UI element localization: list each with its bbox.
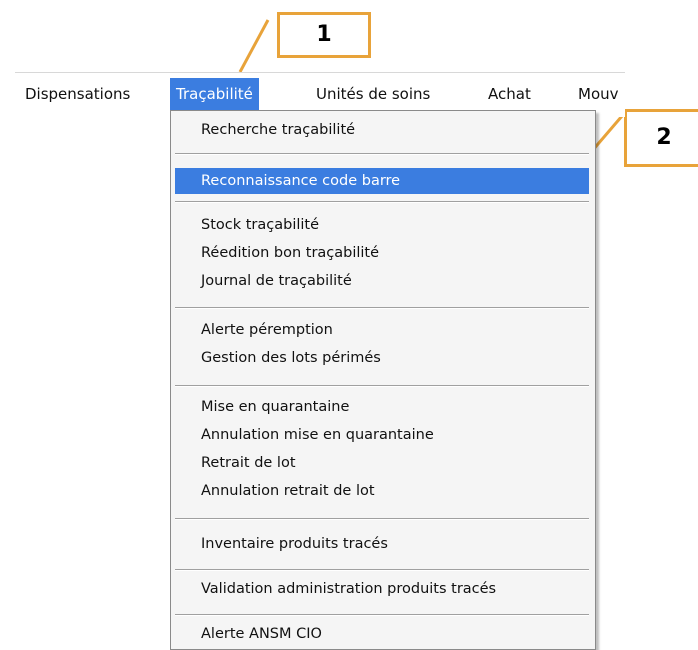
menu-separator <box>175 307 589 309</box>
menu-item-annulation-mise-en-quarantaine[interactable]: Annulation mise en quarantaine <box>175 422 589 448</box>
menu-item-journal-tracabilite[interactable]: Journal de traçabilité <box>175 268 589 294</box>
menu-separator <box>175 614 589 616</box>
menu-item-gestion-lots-perimes[interactable]: Gestion des lots périmés <box>175 345 589 371</box>
menu-separator <box>175 153 589 155</box>
menu-separator <box>175 201 589 203</box>
menu-item-reedition-bon-tracabilite[interactable]: Réedition bon traçabilité <box>175 240 589 266</box>
menu-item-validation-administration-produits-traces[interactable]: Validation administration produits tracé… <box>175 576 589 602</box>
menu-separator <box>175 569 589 571</box>
menu-item-inventaire-produits-traces[interactable]: Inventaire produits tracés <box>175 531 589 557</box>
callout-2-label: 2 <box>656 125 672 150</box>
menu-item-reconnaissance-code-barre[interactable]: Reconnaissance code barre <box>175 168 589 194</box>
menu-dispensations[interactable]: Dispensations <box>19 78 136 110</box>
menu-tracabilite[interactable]: Traçabilité <box>170 78 259 110</box>
menu-item-mise-en-quarantaine[interactable]: Mise en quarantaine <box>175 394 589 420</box>
menu-separator <box>175 385 589 387</box>
menu-item-stock-tracabilite[interactable]: Stock traçabilité <box>175 212 589 238</box>
menu-item-annulation-retrait-de-lot[interactable]: Annulation retrait de lot <box>175 478 589 504</box>
callout-1-connector <box>238 19 270 73</box>
menu-item-alerte-ansm-cio[interactable]: Alerte ANSM CIO <box>175 621 589 647</box>
callout-2: 2 <box>624 109 698 167</box>
menu-item-recherche-tracabilite[interactable]: Recherche traçabilité <box>175 117 589 143</box>
menu-unites-de-soins[interactable]: Unités de soins <box>310 78 436 110</box>
menu-separator <box>175 518 589 520</box>
menu-mouvements[interactable]: Mouv <box>572 78 625 110</box>
menu-item-alerte-peremption[interactable]: Alerte péremption <box>175 317 589 343</box>
tracabilite-dropdown-menu: Recherche traçabilité Reconnaissance cod… <box>170 110 596 650</box>
callout-1: 1 <box>277 12 371 58</box>
menu-item-retrait-de-lot[interactable]: Retrait de lot <box>175 450 589 476</box>
callout-1-label: 1 <box>316 22 332 47</box>
menu-achat[interactable]: Achat <box>482 78 537 110</box>
